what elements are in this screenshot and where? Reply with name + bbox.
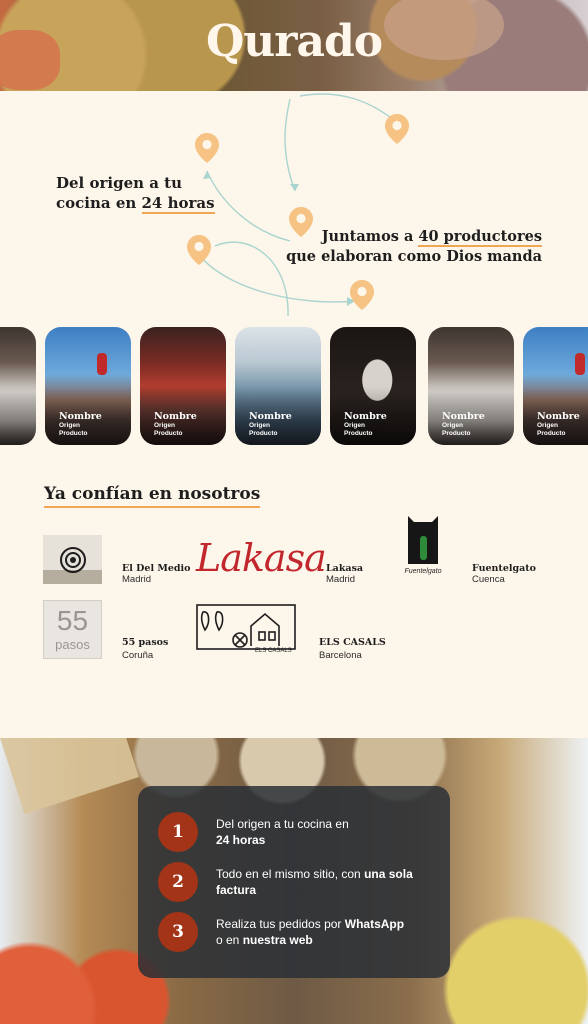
client-city: Madrid	[122, 574, 152, 585]
producer-product: Producto	[537, 430, 566, 437]
benefit-step: 2 Todo en el mismo sitio, con una sola f…	[158, 862, 438, 904]
client-logo-fuentelgato[interactable]: Fuentelgato	[400, 514, 446, 582]
client-name: ELS CASALS	[319, 637, 386, 648]
producer-name: Nombre	[59, 411, 102, 422]
producer-card[interactable]: Nombre Origen Producto	[330, 327, 416, 445]
client-name: 55 pasos	[122, 637, 169, 648]
producer-product: Producto	[344, 430, 373, 437]
client-name: Lakasa	[326, 563, 364, 574]
client-city: Coruña	[122, 650, 154, 661]
producers-map: Del origen a tu cocina en 24 horas Junta…	[0, 91, 588, 327]
step-number: 1	[158, 812, 198, 852]
producer-photo	[97, 353, 107, 375]
step-text: Realiza tus pedidos por WhatsApp o en nu…	[216, 917, 405, 947]
location-pin-icon	[187, 235, 211, 265]
producer-name: Nombre	[154, 411, 197, 422]
step-text: Del origen a tu cocina en 24 horas	[216, 817, 349, 847]
client-logo-els-casals[interactable]: ELS CASALS	[195, 602, 297, 658]
location-pin-icon	[385, 114, 409, 144]
producer-photo	[575, 353, 585, 375]
client-logo-el-del-medio[interactable]	[43, 535, 102, 584]
producer-name: Nombre	[442, 411, 485, 422]
website-link[interactable]: nuestra web	[243, 933, 313, 947]
location-pin-icon	[195, 133, 219, 163]
tagline-delivery: Del origen a tu cocina en 24 horas	[56, 173, 236, 214]
producer-card[interactable]: Nombre Origen Producto	[523, 327, 588, 445]
brand-logo[interactable]: Qurado	[0, 16, 588, 67]
benefit-step: 3 Realiza tus pedidos por WhatsApp o en …	[158, 912, 438, 954]
client-logo-lakasa[interactable]: Lakasa	[196, 534, 327, 582]
producer-card[interactable]	[0, 327, 36, 445]
producer-card[interactable]: Nombre Origen Producto	[45, 327, 131, 445]
producers-line-1: Juntamos a	[321, 228, 419, 245]
step-number: 2	[158, 862, 198, 902]
client-name: El Del Medio	[122, 563, 191, 574]
tagline-highlight: 24 horas	[141, 194, 215, 214]
producer-carousel[interactable]: Nombre Origen Producto Nombre Origen Pro…	[0, 327, 588, 445]
producer-origin: Origen	[344, 422, 365, 429]
tagline-producers: Juntamos a 40 productores que elaboran c…	[262, 227, 542, 267]
producer-product: Producto	[249, 430, 278, 437]
producer-origin: Origen	[537, 422, 558, 429]
producer-card[interactable]: Nombre Origen Producto	[235, 327, 321, 445]
producer-origin: Origen	[442, 422, 463, 429]
producers-line-2: que elaboran como Dios manda	[286, 248, 542, 265]
producer-name: Nombre	[344, 411, 387, 422]
client-city: Cuenca	[472, 574, 505, 585]
producer-origin: Origen	[154, 422, 175, 429]
client-city: Madrid	[326, 574, 356, 585]
trust-section-title: Ya confían en nosotros	[44, 484, 261, 508]
step-text: Todo en el mismo sitio, con una sola fac…	[216, 867, 413, 897]
producers-highlight: 40 productores	[418, 228, 542, 247]
producer-card[interactable]: Nombre Origen Producto	[140, 327, 226, 445]
producer-origin: Origen	[249, 422, 270, 429]
benefit-step: 1 Del origen a tu cocina en 24 horas	[158, 812, 438, 854]
tagline-line-2: cocina en	[56, 194, 142, 212]
producer-name: Nombre	[537, 411, 580, 422]
producer-name: Nombre	[249, 411, 292, 422]
client-city: Barcelona	[319, 650, 362, 661]
benefits-panel: 1 Del origen a tu cocina en 24 horas 2 T…	[138, 786, 450, 978]
producer-origin: Origen	[59, 422, 80, 429]
producer-card[interactable]: Nombre Origen Producto	[428, 327, 514, 445]
producer-product: Producto	[59, 430, 88, 437]
client-logo-55-pasos[interactable]: 55 pasos	[43, 600, 102, 659]
hero-banner: Qurado	[0, 0, 588, 91]
whatsapp-link[interactable]: WhatsApp	[345, 917, 404, 931]
tagline-line-1: Del origen a tu	[56, 174, 183, 192]
step-number: 3	[158, 912, 198, 952]
location-pin-icon	[350, 280, 374, 310]
producer-product: Producto	[154, 430, 183, 437]
wooden-crate-image	[0, 738, 139, 815]
producer-product: Producto	[442, 430, 471, 437]
client-name: Fuentelgato	[472, 563, 536, 574]
